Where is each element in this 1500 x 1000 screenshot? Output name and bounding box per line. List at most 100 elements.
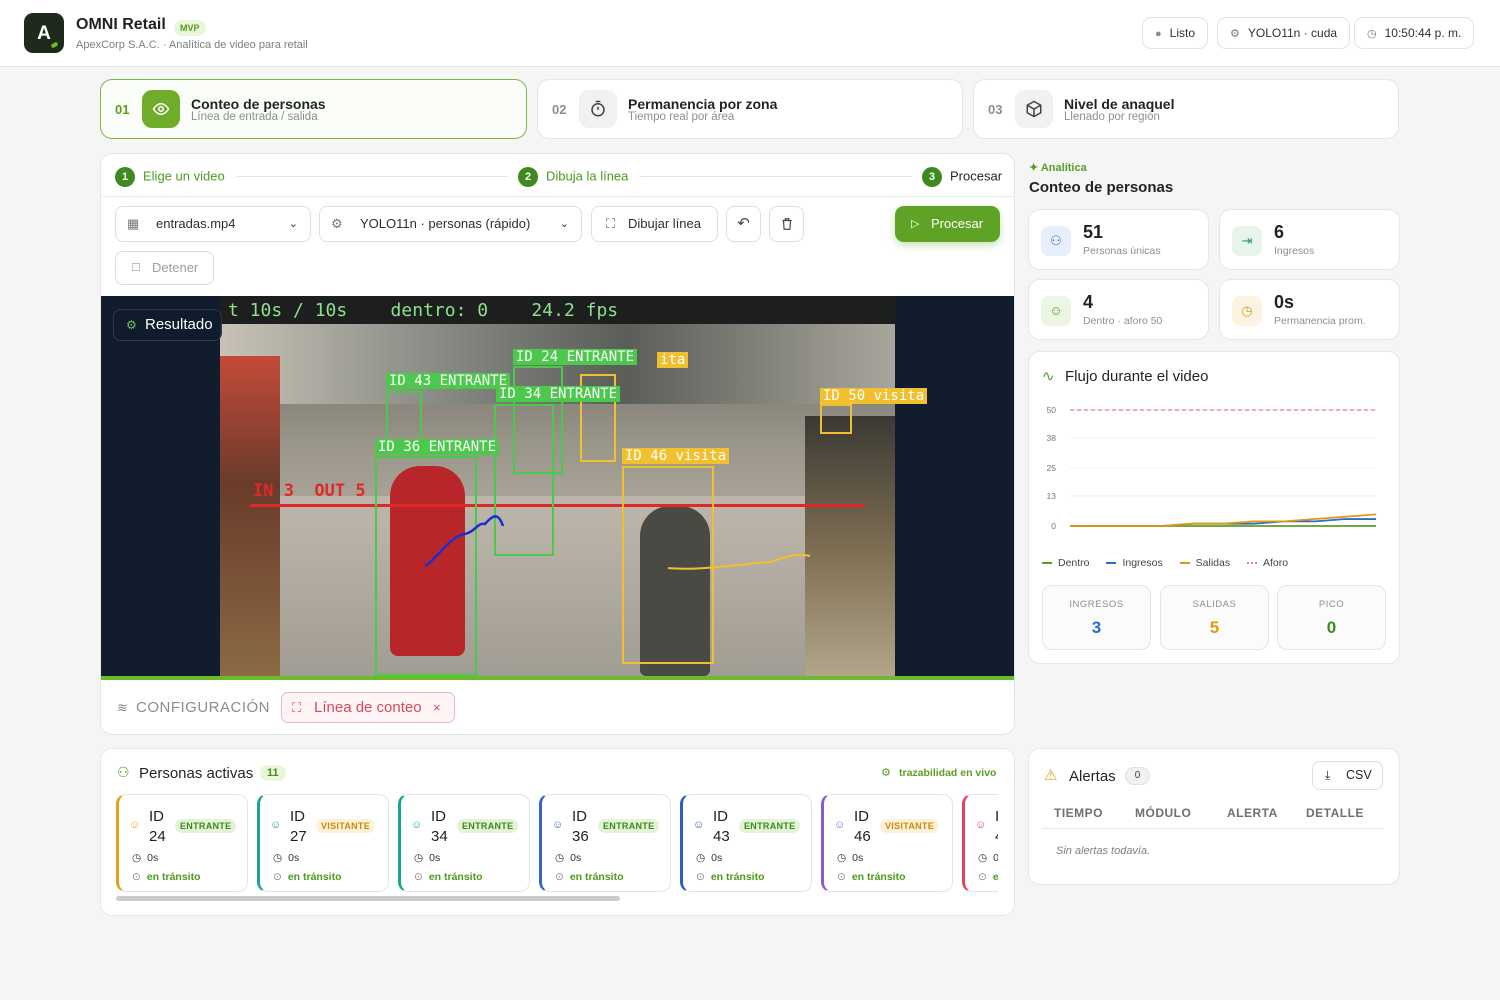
person-card[interactable]: ☺ ID 34 ENTRANTE ◷ 0s ⊙ en tránsito bbox=[398, 794, 530, 892]
flow-chart: 0 13 25 38 50 bbox=[1047, 405, 1377, 531]
track-trails bbox=[424, 515, 811, 570]
analytics-kicker: ✦ Analítica bbox=[1029, 162, 1087, 174]
line-config-chip[interactable]: ⛶ Línea de conteo × bbox=[281, 692, 455, 723]
process-button[interactable]: ▷ Procesar bbox=[895, 206, 1000, 242]
person-card[interactable]: ☺ ID 27 VISITANTE ◷ 0s ⊙ en tránsito bbox=[257, 794, 389, 892]
metric-ingresos: ⇥ 6 Ingresos bbox=[1219, 209, 1400, 270]
person-id-number: 24 bbox=[149, 828, 166, 845]
model-select[interactable]: ⚙ YOLO11n · personas (rápido) ⌄ bbox=[319, 206, 582, 242]
metric-dentro: ☺ 4 Dentro · aforo 50 bbox=[1028, 279, 1209, 340]
config-label: CONFIGURACIÓN bbox=[136, 699, 270, 716]
horizontal-scrollbar[interactable] bbox=[116, 896, 620, 901]
timer-icon: ◷ bbox=[837, 852, 847, 864]
person-id-number: 34 bbox=[431, 828, 448, 845]
model-select-value: YOLO11n · personas (rápido) bbox=[360, 216, 531, 231]
person-card[interactable]: ☺ ID 24 ENTRANTE ◷ 0s ⊙ en tránsito bbox=[116, 794, 248, 892]
module-subtitle: Llenado por región bbox=[1064, 111, 1160, 123]
login-icon: ⇥ bbox=[1232, 226, 1262, 256]
step-2[interactable]: 2 Dibuja la línea bbox=[518, 167, 628, 187]
box-icon bbox=[1015, 90, 1053, 128]
location-pin-icon: ⊙ bbox=[132, 871, 141, 883]
y-tick-label: 38 bbox=[1047, 433, 1057, 443]
step-1[interactable]: 1 Elige un video bbox=[115, 167, 225, 187]
result-badge: ⚙ Resultado bbox=[113, 309, 222, 341]
legend-item: Dentro bbox=[1042, 557, 1090, 569]
step-label: Procesar bbox=[950, 168, 1003, 184]
module-card-permanencia[interactable]: 02 Permanencia por zona Tiempo real por … bbox=[537, 79, 963, 139]
clock-text: 10:50:44 p. m. bbox=[1384, 26, 1462, 40]
video-result[interactable]: t 10s / 10s dentro: 0 24.2 fps IN 3 OUT … bbox=[101, 296, 1014, 676]
location-pin-icon: ⊙ bbox=[555, 871, 564, 883]
metric-unique-people: ⚇ 51 Personas únicas bbox=[1028, 209, 1209, 270]
video-select-value: entradas.mp4 bbox=[156, 216, 236, 231]
location-pin-icon: ⊙ bbox=[696, 871, 705, 883]
timer-icon: ◷ bbox=[696, 852, 706, 864]
module-card-conteo[interactable]: 01 Conteo de personas Línea de entrada /… bbox=[100, 79, 527, 139]
y-tick-label: 0 bbox=[1051, 521, 1056, 531]
play-icon: ▷ bbox=[911, 218, 920, 230]
csv-button[interactable]: ⤓ CSV bbox=[1312, 761, 1383, 790]
metric-label: Personas únicas bbox=[1083, 245, 1161, 257]
stop-button[interactable]: ☐ Detener bbox=[115, 251, 214, 285]
mvp-badge: MVP bbox=[174, 20, 206, 36]
users-icon: ⚇ bbox=[1041, 226, 1071, 256]
person-id: I bbox=[995, 807, 998, 827]
timer-icon: ◷ bbox=[132, 852, 142, 864]
user-icon: ☺ bbox=[411, 819, 423, 831]
step-3[interactable]: 3 Procesar bbox=[922, 167, 1002, 187]
user-icon: ☺ bbox=[975, 819, 987, 831]
csv-label: CSV bbox=[1346, 768, 1372, 782]
module-number: 01 bbox=[115, 102, 130, 117]
person-dwell-time: ◷ 0s bbox=[132, 852, 159, 864]
step-label: Dibuja la línea bbox=[546, 168, 629, 184]
sparkle-icon: ⚙ bbox=[126, 318, 137, 332]
flow-title: Flujo durante el video bbox=[1065, 368, 1209, 385]
person-card[interactable]: ☺ ID 46 VISITANTE ◷ 0s ⊙ en tránsito bbox=[821, 794, 953, 892]
stopwatch-icon: ◷ bbox=[1232, 296, 1262, 326]
metric-value: 4 bbox=[1083, 292, 1094, 312]
person-state: ⊙e bbox=[978, 871, 998, 883]
person-card[interactable]: ☺ ID 43 ENTRANTE ◷ 0s ⊙ en tránsito bbox=[680, 794, 812, 892]
column-header: ALERTA bbox=[1227, 806, 1278, 820]
person-state: ⊙ en tránsito bbox=[696, 871, 765, 883]
person-card[interactable]: ☺ I4 ◷0 ⊙e bbox=[962, 794, 998, 892]
close-icon[interactable]: × bbox=[433, 693, 441, 722]
person-state: ⊙ en tránsito bbox=[555, 871, 624, 883]
clock-pill: ◷ 10:50:44 p. m. bbox=[1354, 17, 1475, 49]
line-config-label: Línea de conteo bbox=[314, 699, 422, 716]
y-tick-label: 50 bbox=[1047, 405, 1057, 415]
module-number: 03 bbox=[988, 102, 1003, 117]
people-scroller[interactable]: ☺ ID 24 ENTRANTE ◷ 0s ⊙ en tránsito ☺ ID 27 VISITAN… bbox=[116, 790, 998, 896]
people-title: Personas activas bbox=[139, 765, 254, 782]
draw-line-button[interactable]: ⛶ Dibujar línea bbox=[591, 206, 718, 242]
stat-value: 5 bbox=[1209, 618, 1220, 637]
step-number: 2 bbox=[518, 167, 538, 187]
user-check-icon: ☺ bbox=[1041, 296, 1071, 326]
person-dwell-time: ◷0 bbox=[978, 852, 998, 864]
analytics-title: Conteo de personas bbox=[1029, 179, 1174, 196]
undo-button[interactable]: ↶ bbox=[726, 206, 761, 242]
person-type-badge: ENTRANTE bbox=[739, 819, 801, 833]
step-connector bbox=[236, 176, 508, 177]
trash-icon bbox=[782, 218, 792, 230]
video-progress-bar[interactable] bbox=[101, 676, 1014, 680]
timer-icon: ◷ bbox=[273, 852, 283, 864]
user-icon: ☺ bbox=[270, 819, 282, 831]
chip-icon: ⚙ bbox=[331, 216, 343, 231]
person-state: ⊙ en tránsito bbox=[132, 871, 201, 883]
module-number: 02 bbox=[552, 102, 567, 117]
timer-icon: ◷ bbox=[414, 852, 424, 864]
module-title: Nivel de anaquel bbox=[1064, 96, 1175, 112]
metric-label: Permanencia prom. bbox=[1274, 315, 1366, 327]
delete-button[interactable] bbox=[769, 206, 804, 242]
app-name: OMNI Retail bbox=[76, 16, 166, 33]
stat-salidas: SALIDAS 5 bbox=[1160, 585, 1269, 650]
module-card-anaquel[interactable]: 03 Nivel de anaquel Llenado por región bbox=[973, 79, 1399, 139]
stat-value: 0 bbox=[1326, 618, 1337, 637]
draw-line-label: Dibujar línea bbox=[628, 216, 701, 231]
person-card[interactable]: ☺ ID 36 ENTRANTE ◷ 0s ⊙ en tránsito bbox=[539, 794, 671, 892]
person-id-number: 43 bbox=[713, 828, 730, 845]
video-select[interactable]: ▦ entradas.mp4 ⌄ bbox=[115, 206, 311, 242]
y-tick-label: 13 bbox=[1047, 491, 1057, 501]
steps-divider bbox=[101, 196, 1014, 197]
